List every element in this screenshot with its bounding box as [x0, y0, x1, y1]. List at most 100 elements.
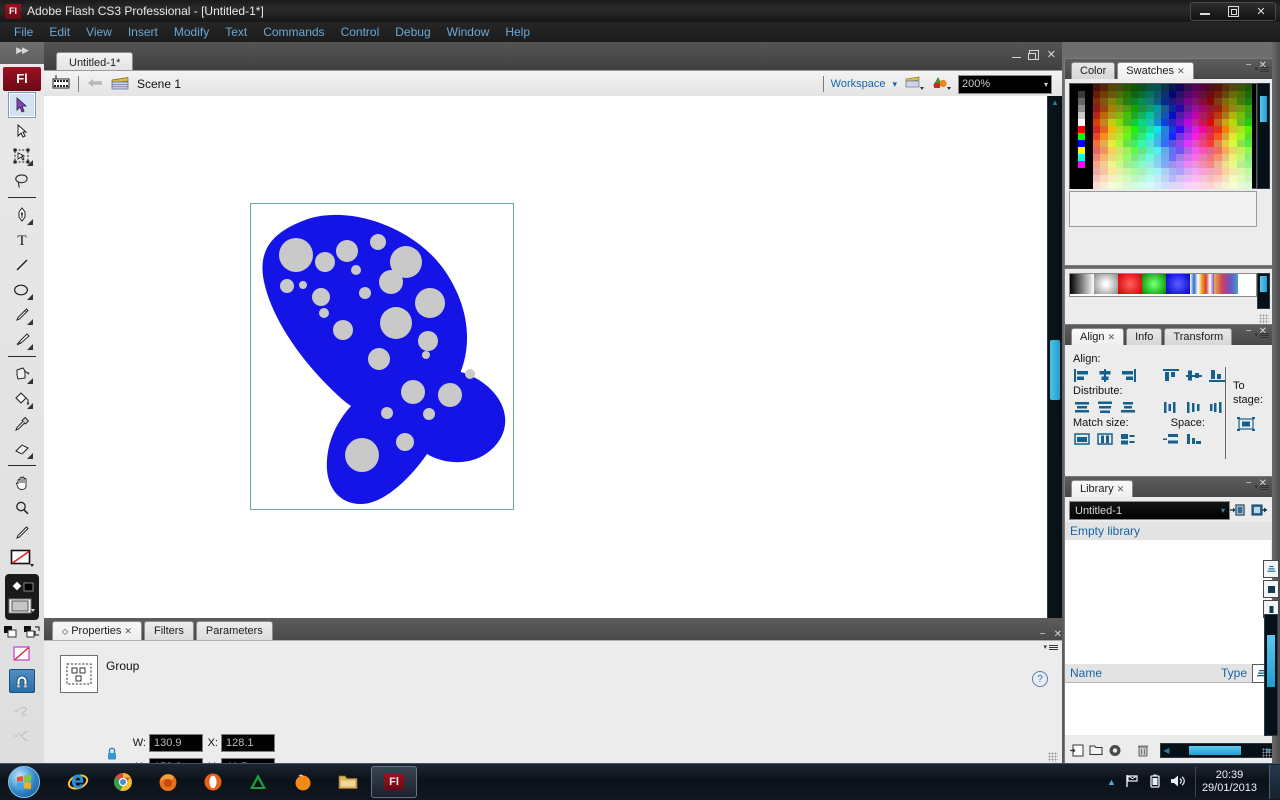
swatch-cell[interactable] [1077, 112, 1086, 119]
swatch-cell[interactable] [1161, 154, 1169, 161]
swatch-cell[interactable] [1070, 105, 1078, 112]
swatch-cell[interactable] [1221, 182, 1230, 189]
properties-panel-menu[interactable]: ▾ [1043, 643, 1058, 651]
swatch-grid-wrapper[interactable] [1069, 83, 1257, 189]
swatch-cell[interactable] [1138, 168, 1146, 175]
swatch-cell[interactable] [1130, 91, 1139, 98]
swatch-cell[interactable] [1100, 161, 1108, 168]
swatch-cell[interactable] [1153, 182, 1162, 189]
stroke-color-picker[interactable] [9, 521, 35, 545]
swatch-cell[interactable] [1229, 133, 1238, 140]
align-top-edge-button[interactable] [1162, 368, 1179, 383]
swatch-cell[interactable] [1244, 147, 1253, 154]
menu-modify[interactable]: Modify [166, 23, 217, 41]
swatch-cell[interactable] [1115, 154, 1124, 161]
swatch-cell[interactable] [1138, 147, 1146, 154]
swatch-cell[interactable] [1092, 112, 1101, 119]
library-horizontal-scrollbar[interactable]: ◀ ▶ [1160, 742, 1275, 758]
swatch-cell[interactable] [1237, 147, 1245, 154]
align-vertical-center-button[interactable] [1185, 368, 1202, 383]
document-minimize-button[interactable] [1011, 51, 1021, 58]
swatch-cell[interactable] [1199, 112, 1207, 119]
swatch-cell[interactable] [1176, 168, 1184, 175]
no-color-button[interactable] [13, 646, 31, 665]
edit-scene-button[interactable] [904, 75, 924, 94]
swatch-cell[interactable] [1085, 182, 1093, 189]
back-arrow-icon[interactable] [87, 77, 103, 92]
align-minimize-button[interactable]: − [1246, 326, 1252, 337]
swatch-cell[interactable] [1070, 147, 1078, 154]
swatch-cell[interactable] [1145, 175, 1154, 182]
swatch-cell[interactable] [1115, 91, 1124, 98]
align-horizontal-center-button[interactable] [1096, 368, 1113, 383]
swatch-cell[interactable] [1130, 126, 1139, 133]
distribute-vertical-center-button[interactable] [1096, 400, 1113, 415]
swatch-cell[interactable] [1168, 168, 1177, 175]
swatch-cell[interactable] [1168, 126, 1177, 133]
swatch-cell[interactable] [1153, 154, 1162, 161]
scene-name-label[interactable]: Scene 1 [137, 77, 181, 91]
pencil-tool[interactable] [9, 303, 35, 327]
swatch-cell[interactable] [1107, 154, 1116, 161]
swatch-cell[interactable] [1199, 154, 1207, 161]
swatch-cell[interactable] [1229, 119, 1238, 126]
swatch-cell[interactable] [1115, 126, 1124, 133]
swatch-cell[interactable] [1153, 91, 1162, 98]
gradient-rainbow-wide[interactable] [1214, 274, 1238, 294]
swatch-cell[interactable] [1161, 126, 1169, 133]
distribute-horizontal-center-button[interactable] [1185, 400, 1202, 415]
align-panel-menu[interactable]: ▾ [1254, 331, 1269, 339]
swatch-cell[interactable] [1070, 119, 1078, 126]
menu-view[interactable]: View [78, 23, 120, 41]
swatch-cell[interactable] [1191, 140, 1200, 147]
swatch-cell[interactable] [1100, 91, 1108, 98]
swatch-cell[interactable] [1237, 154, 1245, 161]
swatch-cell[interactable] [1077, 119, 1086, 126]
swatch-cell[interactable] [1191, 119, 1200, 126]
swatch-cell[interactable] [1237, 182, 1245, 189]
swatch-cell[interactable] [1145, 133, 1154, 140]
swatch-cell[interactable] [1206, 112, 1215, 119]
gradient-swatch-strip[interactable] [1069, 273, 1257, 297]
swatch-cell[interactable] [1176, 154, 1184, 161]
swatch-cell[interactable] [1138, 182, 1146, 189]
swatch-cell[interactable] [1183, 154, 1192, 161]
swatch-cell[interactable] [1138, 161, 1146, 168]
swatch-cell[interactable] [1100, 84, 1108, 91]
swatch-cell[interactable] [1199, 119, 1207, 126]
swatch-cell[interactable] [1153, 84, 1162, 91]
tab-filters[interactable]: Filters [143, 621, 194, 640]
match-width-and-height-button[interactable] [1119, 432, 1136, 447]
swatch-cell[interactable] [1199, 168, 1207, 175]
swatch-cell[interactable] [1214, 126, 1222, 133]
swatch-cell[interactable] [1161, 168, 1169, 175]
swatch-cell[interactable] [1168, 147, 1177, 154]
swatch-cell[interactable] [1123, 147, 1131, 154]
swatch-cell[interactable] [1214, 161, 1222, 168]
swatch-cell[interactable] [1176, 161, 1184, 168]
swatch-cell[interactable] [1229, 84, 1238, 91]
show-desktop-button[interactable] [1269, 765, 1280, 799]
align-bottom-edge-button[interactable] [1208, 368, 1225, 383]
swatch-cell[interactable] [1237, 133, 1245, 140]
swatches-minimize-button[interactable]: − [1246, 60, 1252, 71]
swatch-cell[interactable] [1115, 161, 1124, 168]
google-chrome-icon[interactable] [101, 767, 145, 797]
match-height-button[interactable] [1096, 432, 1113, 447]
swatch-cell[interactable] [1145, 140, 1154, 147]
tab-info[interactable]: Info [1126, 328, 1163, 345]
gradient-scrollbar[interactable] [1257, 273, 1270, 309]
swatch-cell[interactable] [1153, 175, 1162, 182]
swatch-cell[interactable] [1176, 140, 1184, 147]
swatch-cell[interactable] [1221, 91, 1230, 98]
swatch-cell[interactable] [1191, 161, 1200, 168]
swatch-cell[interactable] [1191, 126, 1200, 133]
swatch-cell[interactable] [1145, 84, 1154, 91]
swatch-cell[interactable] [1100, 140, 1108, 147]
internet-explorer-icon[interactable] [56, 767, 100, 797]
swatch-cell[interactable] [1107, 98, 1116, 105]
swatch-cell[interactable] [1237, 126, 1245, 133]
swatch-cell[interactable] [1168, 161, 1177, 168]
brush-tool[interactable] [9, 328, 35, 352]
swatch-cell[interactable] [1244, 112, 1253, 119]
